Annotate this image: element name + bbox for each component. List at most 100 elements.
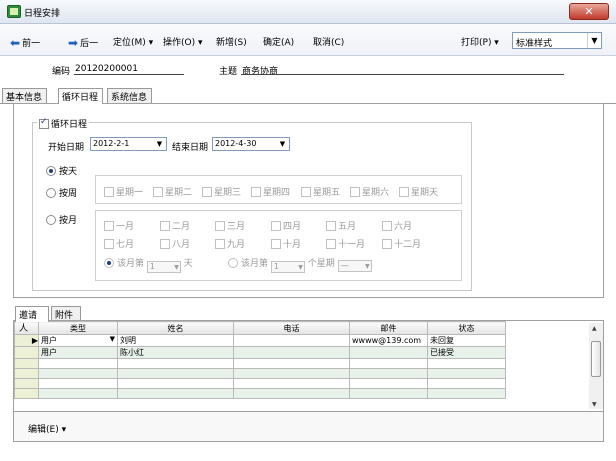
month-nth-day-option[interactable]: 该月第 1 ▼ 天 [104,256,193,273]
type-cell[interactable] [38,378,118,389]
month-may[interactable]: 五月 [326,219,356,232]
table-row[interactable]: 用户 陈小红 已接受 [14,346,506,359]
month-jul[interactable]: 七月 [104,237,134,250]
month-mar[interactable]: 三月 [215,219,245,232]
code-field[interactable]: 20120200001 [75,64,138,74]
radio-by-week[interactable]: 按周 [46,186,77,199]
table-row[interactable]: ▶ 用户 ▼ 刘明 wwww@139.com 未回复 [14,334,506,347]
column-header-email[interactable]: 邮件 [349,321,428,335]
checkbox[interactable] [104,221,114,231]
status-cell[interactable] [427,358,506,369]
month-jan[interactable]: 一月 [104,219,134,232]
month-sep[interactable]: 九月 [215,237,245,250]
end-date-picker[interactable]: 2012-4-30 ▼ [212,137,290,151]
checkbox[interactable] [350,187,360,197]
tab-invitees[interactable]: 邀请人 [15,306,49,334]
type-cell[interactable] [38,368,118,379]
email-cell[interactable] [349,358,428,369]
month-aug[interactable]: 八月 [160,237,190,250]
status-cell[interactable]: 未回复 [427,334,506,347]
name-cell[interactable]: 陈小红 [117,346,234,359]
tab-system-info[interactable]: 系统信息 [107,88,152,103]
table-row[interactable] [14,388,506,399]
email-cell[interactable] [349,346,428,359]
radio-button[interactable] [46,215,56,225]
email-cell[interactable]: wwww@139.com [349,334,428,347]
table-row[interactable] [14,378,506,389]
table-row[interactable] [14,358,506,369]
checkbox[interactable] [160,239,170,249]
radio-by-month[interactable]: 按月 [46,213,77,226]
email-cell[interactable] [349,388,428,399]
recurrence-checkbox[interactable] [39,117,49,129]
checkbox[interactable] [104,187,114,197]
locate-menu[interactable]: 定位(M) ▾ [113,35,153,48]
scrollbar-thumb[interactable] [591,341,601,377]
month-apr[interactable]: 四月 [271,219,301,232]
radio-button[interactable] [104,258,114,268]
table-row[interactable] [14,368,506,379]
column-header-phone[interactable]: 电话 [233,321,350,335]
cancel-button[interactable]: 取消(C) [313,35,344,48]
radio-by-day[interactable]: 按天 [46,164,77,177]
close-button[interactable]: ✕ [569,3,609,20]
start-date-picker[interactable]: 2012-2-1 ▼ [90,137,167,151]
checkbox[interactable] [153,187,163,197]
weekday-select[interactable]: 一 ▼ [337,260,372,272]
checkbox[interactable] [301,187,311,197]
checkbox[interactable] [215,221,225,231]
tab-basic-info[interactable]: 基本信息 [2,88,47,103]
month-jun[interactable]: 六月 [382,219,412,232]
name-cell[interactable] [117,388,234,399]
checkbox[interactable] [271,221,281,231]
checkbox[interactable] [202,187,212,197]
weekday-thu[interactable]: 星期四 [251,185,290,198]
type-cell[interactable] [38,358,118,369]
radio-button[interactable] [228,258,238,268]
chevron-down-icon[interactable]: ▼ [110,336,115,344]
weekday-mon[interactable]: 星期一 [104,185,143,198]
edit-menu-button[interactable]: 编辑(E) ▾ [28,422,66,435]
month-feb[interactable]: 二月 [160,219,190,232]
checkbox[interactable] [382,221,392,231]
grid-scrollbar[interactable]: ▲ ▼ [589,323,603,409]
operate-menu[interactable]: 操作(O) ▾ [163,35,203,48]
type-cell[interactable]: 用户 [38,346,118,359]
style-select[interactable]: 标准样式 ▼ [512,32,602,49]
name-cell[interactable] [117,358,234,369]
month-oct[interactable]: 十月 [271,237,301,250]
name-cell[interactable] [117,378,234,389]
radio-button[interactable] [46,166,56,176]
column-header-name[interactable]: 姓名 [117,321,234,335]
phone-cell[interactable] [233,334,350,347]
phone-cell[interactable] [233,388,350,399]
prev-button[interactable]: ⬅ 前一 [10,35,40,50]
radio-button[interactable] [46,188,56,198]
tab-attachments[interactable]: 附件 [51,306,81,321]
weekday-sat[interactable]: 星期六 [350,185,389,198]
email-cell[interactable] [349,368,428,379]
tab-recurrence[interactable]: 循环日程 [58,88,103,104]
column-header-status[interactable]: 状态 [427,321,506,335]
status-cell[interactable] [427,378,506,389]
checkbox[interactable] [215,239,225,249]
ok-button[interactable]: 确定(A) [263,35,294,48]
type-cell[interactable] [38,388,118,399]
column-header-type[interactable]: 类型 [38,321,118,335]
weekday-tue[interactable]: 星期二 [153,185,192,198]
weekday-fri[interactable]: 星期五 [301,185,340,198]
checkbox[interactable] [160,221,170,231]
name-cell[interactable]: 刘明 [117,334,234,347]
month-nov[interactable]: 十一月 [326,237,365,250]
type-cell[interactable]: 用户 ▼ [38,334,118,347]
checkbox[interactable] [251,187,261,197]
recurrence-toggle[interactable]: 循环日程 [37,117,90,130]
email-cell[interactable] [349,378,428,389]
checkbox[interactable] [104,239,114,249]
month-dec[interactable]: 十二月 [382,237,421,250]
phone-cell[interactable] [233,358,350,369]
add-button[interactable]: 新增(S) [216,35,247,48]
phone-cell[interactable] [233,378,350,389]
nth-week-select[interactable]: 1 ▼ [270,261,305,273]
status-cell[interactable] [427,388,506,399]
